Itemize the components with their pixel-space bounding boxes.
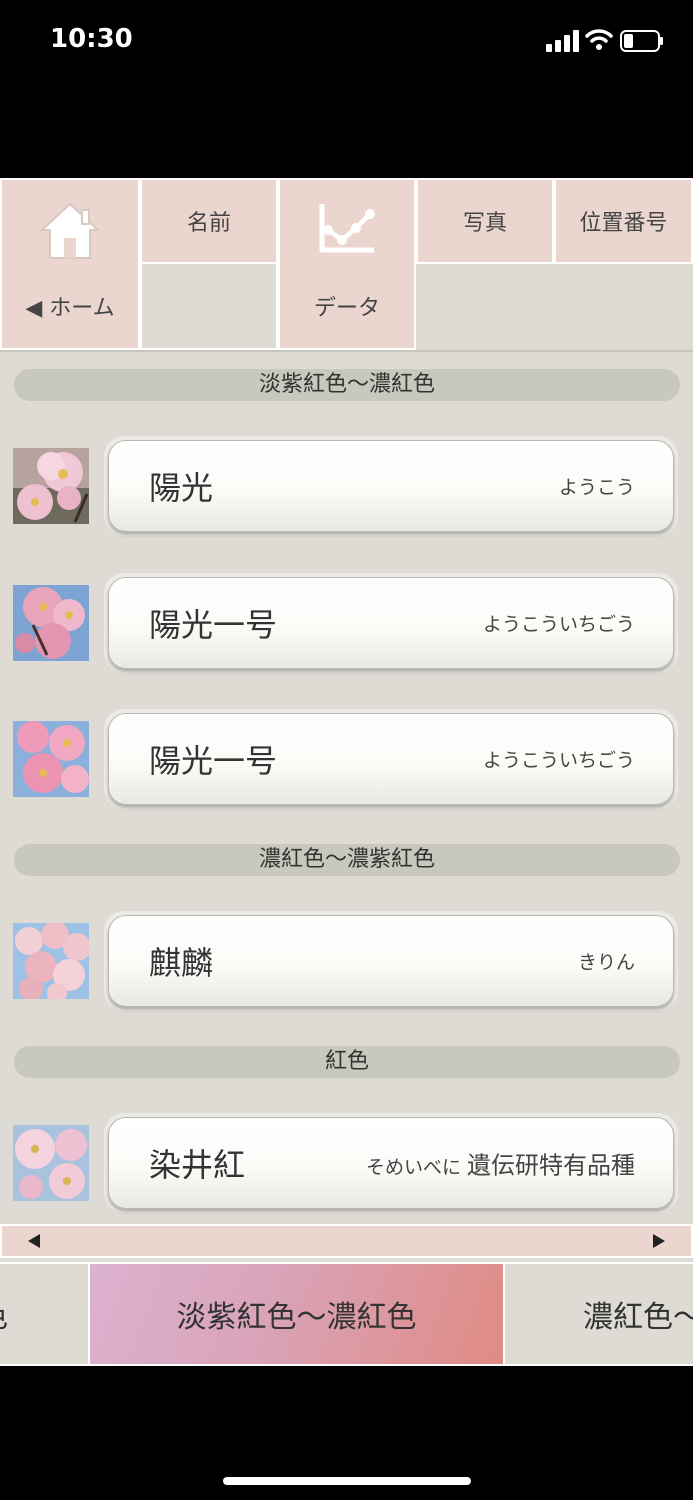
tab-data-label: データ <box>313 296 380 321</box>
cellular-signal-icon <box>546 30 579 52</box>
category-tab-next[interactable]: 濃紅色〜 <box>503 1262 693 1366</box>
cultivar-note: 遺伝研特有品種 <box>467 1151 635 1180</box>
cultivar-reading: ようこういちごう <box>482 613 635 636</box>
cultivar-reading: きりん <box>577 951 635 974</box>
top-tab-bar: ◀ ホーム 名前 データ 写真 位置番号 <box>0 178 693 352</box>
home-indicator[interactable] <box>223 1477 471 1485</box>
wifi-icon <box>585 29 613 50</box>
tab-home-label: ◀ ホーム <box>25 296 115 321</box>
category-label: 淡紫紅色〜濃紅色 <box>176 1300 417 1335</box>
flower-thumbnail[interactable] <box>13 923 89 999</box>
category-scrollbar[interactable] <box>0 1224 693 1258</box>
tab-photo-label: 写真 <box>462 211 507 236</box>
status-bar: 10:30 <box>0 0 693 90</box>
cultivar-name: 麒麟 <box>149 944 214 982</box>
flower-thumbnail[interactable] <box>13 585 89 661</box>
flower-photo <box>13 1125 89 1201</box>
cultivar-list[interactable]: 淡紫紅色〜濃紅色 陽光 ようこう 陽光一号 ようこういちごう 陽光一号 ようこう… <box>0 352 693 1222</box>
flower-photo <box>13 448 89 524</box>
battery-icon <box>620 30 663 52</box>
cultivar-reading: ようこう <box>558 476 635 499</box>
tab-home[interactable]: ◀ ホーム <box>0 178 140 350</box>
tab-name[interactable]: 名前 <box>140 178 278 264</box>
flower-thumbnail[interactable] <box>13 721 89 797</box>
list-item[interactable]: 陽光一号 ようこういちごう <box>104 709 678 809</box>
tab-name-empty-area <box>140 264 278 350</box>
tab-name-label: 名前 <box>186 211 231 236</box>
tab-position-label: 位置番号 <box>579 211 668 236</box>
list-item[interactable]: 陽光 ようこう <box>104 436 678 536</box>
section-header: 濃紅色〜濃紫紅色 <box>14 844 680 876</box>
list-item[interactable]: 染井紅 そめいべに 遺伝研特有品種 <box>104 1113 678 1213</box>
category-tab-active[interactable]: 淡紫紅色〜濃紅色 <box>88 1262 505 1366</box>
flower-photo <box>13 585 89 661</box>
line-chart-icon <box>319 204 375 253</box>
flower-photo <box>13 721 89 797</box>
cultivar-name: 陽光 <box>149 469 214 507</box>
triangle-right-icon[interactable] <box>653 1234 665 1248</box>
tab-photo[interactable]: 写真 <box>416 178 554 264</box>
category-selector[interactable]: 色 淡紫紅色〜濃紅色 濃紅色〜 <box>0 1262 693 1366</box>
house-icon <box>41 203 99 259</box>
cultivar-name: 陽光一号 <box>149 606 278 644</box>
cultivar-name: 陽光一号 <box>149 742 278 780</box>
tab-right-empty-area <box>416 264 693 350</box>
section-header: 紅色 <box>14 1046 680 1078</box>
section-header: 淡紫紅色〜濃紅色 <box>14 369 680 401</box>
category-tab-previous[interactable]: 色 <box>0 1262 90 1366</box>
flower-thumbnail[interactable] <box>13 448 89 524</box>
cultivar-name: 染井紅 <box>149 1146 246 1184</box>
category-label: 色 <box>0 1292 8 1336</box>
tab-data[interactable]: データ <box>278 178 416 350</box>
cultivar-reading: そめいべに 遺伝研特有品種 <box>365 1151 635 1180</box>
flower-photo <box>13 923 89 999</box>
flower-thumbnail[interactable] <box>13 1125 89 1201</box>
list-item[interactable]: 麒麟 きりん <box>104 911 678 1011</box>
category-label: 濃紅色〜 <box>583 1300 693 1335</box>
tab-position[interactable]: 位置番号 <box>554 178 693 264</box>
app-content: ◀ ホーム 名前 データ 写真 位置番号 淡紫紅色〜濃紅色 陽光 ようこう 陽光… <box>0 178 693 1366</box>
list-item[interactable]: 陽光一号 ようこういちごう <box>104 573 678 673</box>
cultivar-reading: ようこういちごう <box>482 749 635 772</box>
triangle-left-icon[interactable] <box>28 1234 40 1248</box>
status-time: 10:30 <box>50 24 133 54</box>
